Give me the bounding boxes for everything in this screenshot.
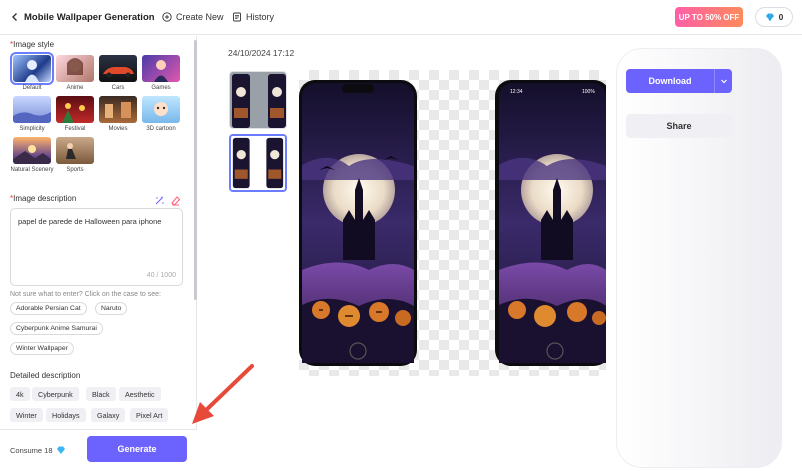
style-festival-name: Festival: [64, 126, 86, 132]
image-description-label: *Image description: [10, 194, 77, 203]
style-movies-name: Movies: [108, 126, 128, 132]
history-label: History: [246, 12, 275, 22]
style-simplicity-name: Simplicity: [19, 126, 45, 132]
result-timestamp: 24/10/2024 17:12: [228, 48, 295, 58]
ghost-phone-decoration: [616, 48, 782, 468]
history-button[interactable]: History: [232, 12, 274, 22]
detailed-description-label: Detailed description: [10, 371, 81, 380]
download-options-toggle[interactable]: [714, 69, 732, 93]
result-thumbnail-selected[interactable]: [229, 134, 287, 192]
style-natural-scenery-tile[interactable]: [13, 137, 51, 164]
result-preview[interactable]: 12:34 100%: [299, 70, 606, 376]
tag-chip[interactable]: Pixel Art: [130, 408, 169, 422]
share-button[interactable]: Share: [626, 114, 732, 138]
top-bar: Mobile Wallpaper Generation Create New H…: [0, 0, 802, 35]
example-chip[interactable]: Naruto: [95, 302, 128, 315]
create-new-button[interactable]: Create New: [162, 12, 224, 22]
char-count: 40 / 1000: [146, 272, 176, 279]
tag-chip[interactable]: Cyberpunk: [32, 387, 79, 401]
style-3d-cartoon-tile[interactable]: [142, 96, 180, 123]
promo-badge[interactable]: UP TO 50% OFF: [675, 7, 743, 27]
style-games-name: Games: [151, 85, 171, 91]
diamond-icon: [765, 13, 774, 22]
style-cars-name: Cars: [111, 85, 125, 91]
generate-button[interactable]: Generate: [87, 436, 187, 462]
style-anime-tile[interactable]: [56, 55, 94, 82]
history-icon: [233, 12, 241, 22]
generate-bar: Consume 18 Generate: [0, 429, 197, 471]
result-thumbnail[interactable]: [229, 71, 287, 129]
download-button[interactable]: Download: [626, 69, 732, 93]
style-natural-scenery-name: Natural Scenery: [10, 167, 54, 173]
description-text: papel de parede de Halloween para iphone: [18, 217, 162, 226]
style-festival-tile[interactable]: [56, 96, 94, 123]
tag-chip[interactable]: Galaxy: [91, 408, 126, 422]
style-default-name: Default: [22, 85, 42, 91]
phone-mockup-left: [299, 80, 417, 366]
style-simplicity-tile[interactable]: [13, 96, 51, 123]
back-icon[interactable]: [9, 11, 21, 23]
plus-circle-icon: [162, 12, 172, 22]
style-default-tile[interactable]: [10, 52, 54, 85]
download-label: Download: [648, 76, 692, 86]
example-chip[interactable]: Winter Wallpaper: [10, 342, 74, 355]
create-new-label: Create New: [176, 12, 224, 22]
example-hint: Not sure what to enter? Click on the cas…: [10, 291, 161, 298]
style-3d-cartoon-name: 3D cartoon: [146, 126, 176, 132]
consume-info: Consume 18: [10, 445, 66, 455]
style-games-tile[interactable]: [142, 55, 180, 82]
style-sports-name: Sports: [66, 167, 84, 173]
example-chip[interactable]: Adorable Persian Cat: [10, 302, 87, 315]
tag-chip[interactable]: Black: [86, 387, 116, 401]
app-title: Mobile Wallpaper Generation: [24, 12, 155, 23]
left-scrollbar[interactable]: [194, 40, 197, 300]
gem-count: 0: [778, 12, 784, 22]
example-chip[interactable]: Cyberpunk Anime Samurai: [10, 322, 103, 335]
eraser-icon[interactable]: [170, 195, 181, 206]
style-sports-tile[interactable]: [56, 137, 94, 164]
phone-status-battery: 100%: [582, 89, 595, 95]
diamond-icon: [56, 446, 65, 454]
tag-chip[interactable]: Holidays: [46, 408, 86, 422]
phone-status-time: 12:34: [510, 89, 523, 95]
magic-wand-icon[interactable]: [154, 195, 165, 206]
annotation-arrow: [192, 364, 254, 424]
tag-chip[interactable]: 4k: [10, 387, 30, 401]
chevron-down-icon: [720, 79, 727, 84]
gem-balance[interactable]: 0: [755, 7, 793, 27]
tag-chip[interactable]: Aesthetic: [119, 387, 161, 401]
style-movies-tile[interactable]: [99, 96, 137, 123]
phone-mockup-right: 12:34 100%: [495, 80, 606, 366]
style-anime-name: Anime: [66, 85, 84, 91]
image-style-label: *Image style: [10, 40, 55, 49]
tag-chip[interactable]: Winter: [10, 408, 43, 422]
consume-text: Consume 18: [10, 445, 53, 455]
style-cars-tile[interactable]: [99, 55, 137, 82]
description-textarea[interactable]: papel de parede de Halloween para iphone…: [10, 208, 183, 286]
